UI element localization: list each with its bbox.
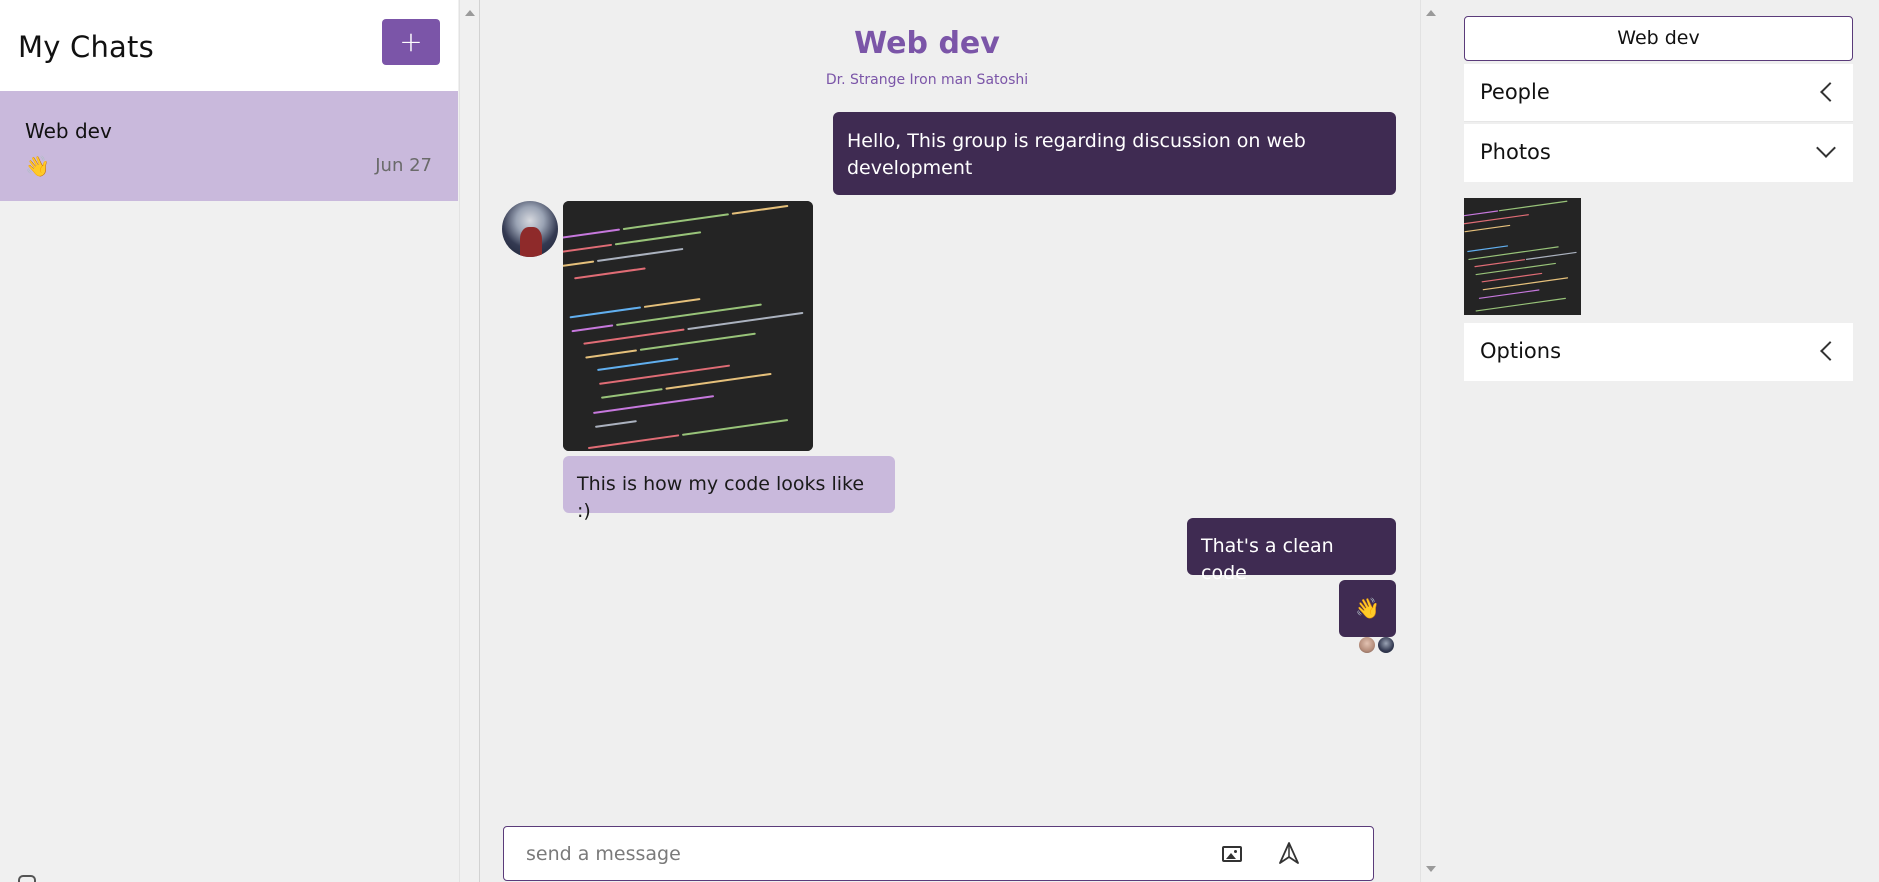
scroll-up-arrow-icon[interactable] bbox=[465, 10, 475, 16]
scroll-up-arrow-icon[interactable] bbox=[1426, 10, 1436, 16]
options-section-toggle[interactable]: Options bbox=[1464, 323, 1853, 381]
section-label: Photos bbox=[1480, 140, 1551, 164]
chevron-left-icon bbox=[1820, 82, 1840, 102]
message-input[interactable] bbox=[526, 841, 1166, 867]
chat-item-date: Jun 27 bbox=[375, 155, 432, 176]
message-image[interactable] bbox=[563, 201, 813, 451]
sidebar-header: My Chats + bbox=[0, 0, 458, 91]
message-outgoing: Hello, This group is regarding discussio… bbox=[833, 112, 1396, 195]
message-outgoing: That's a clean code bbox=[1187, 518, 1396, 584]
people-section-toggle[interactable]: People bbox=[1464, 64, 1853, 122]
sidebar-title: My Chats bbox=[18, 30, 154, 64]
code-screenshot-thumbnail bbox=[1464, 198, 1581, 315]
read-receipts bbox=[1356, 637, 1394, 653]
code-screenshot-image bbox=[563, 201, 813, 451]
message-outgoing-emoji: 👋 bbox=[1339, 580, 1396, 637]
section-label: Options bbox=[1480, 339, 1562, 363]
sender-avatar[interactable] bbox=[502, 201, 558, 257]
group-name-field[interactable]: Web dev bbox=[1464, 16, 1853, 61]
image-icon[interactable] bbox=[1222, 846, 1242, 862]
scroll-down-arrow-icon[interactable] bbox=[1426, 866, 1436, 872]
new-chat-button[interactable]: + bbox=[382, 19, 440, 65]
chat-item-name: Web dev bbox=[25, 119, 112, 143]
section-label: People bbox=[1480, 80, 1550, 104]
message-incoming: This is how my code looks like :) bbox=[563, 456, 895, 522]
reader-avatar bbox=[1378, 637, 1394, 653]
sidebar-scrollbar[interactable] bbox=[459, 0, 479, 882]
message-composer bbox=[503, 826, 1374, 881]
chat-scrollbar[interactable] bbox=[1420, 0, 1440, 882]
chat-list-item[interactable]: Web dev 👋 Jun 27 bbox=[0, 91, 458, 201]
chevron-left-icon bbox=[1820, 341, 1840, 361]
chevron-down-icon bbox=[1816, 138, 1836, 158]
send-icon[interactable] bbox=[1279, 842, 1299, 864]
chat-title: Web dev bbox=[854, 26, 1000, 61]
chat-window: Web dev Dr. Strange Iron man Satoshi Hel… bbox=[480, 0, 1440, 882]
profile-icon[interactable] bbox=[18, 875, 36, 882]
photos-section-toggle[interactable]: Photos bbox=[1464, 124, 1853, 182]
chat-details-panel: Web dev People Photos Options bbox=[1441, 0, 1879, 882]
chat-members: Dr. Strange Iron man Satoshi bbox=[825, 72, 1029, 88]
photo-thumbnail[interactable] bbox=[1464, 198, 1581, 315]
reader-avatar bbox=[1359, 637, 1375, 653]
chat-item-preview: 👋 bbox=[25, 154, 50, 178]
plus-icon: + bbox=[399, 25, 423, 58]
chat-list-sidebar: My Chats + Web dev 👋 Jun 27 bbox=[0, 0, 480, 882]
